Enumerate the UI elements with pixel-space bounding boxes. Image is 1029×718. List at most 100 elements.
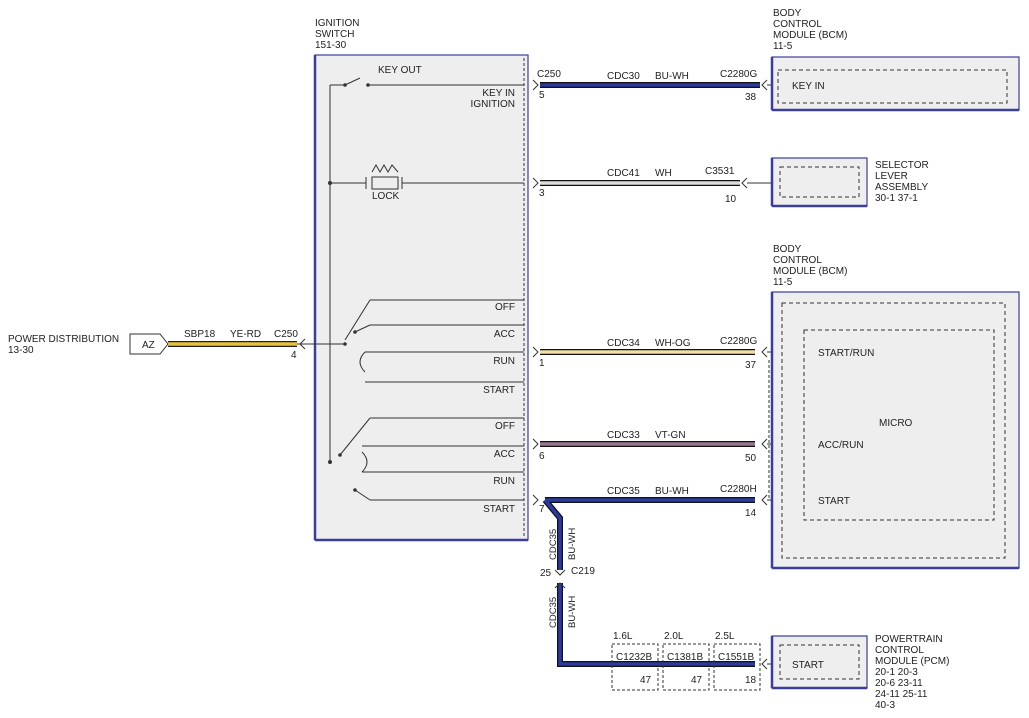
bcm-start-run: START/RUN bbox=[818, 348, 874, 359]
c219-label: C219 bbox=[571, 566, 595, 577]
wire-cdc34-right-pin: 37 bbox=[745, 360, 757, 371]
selector-title-1: SELECTOR bbox=[875, 160, 929, 171]
pcm-title-2: CONTROL bbox=[875, 645, 924, 656]
wire-cdc41-right-conn: C3531 bbox=[705, 166, 735, 177]
variant-3-pin: 18 bbox=[745, 675, 757, 686]
ignition-switch-ref: 151-30 bbox=[315, 40, 347, 51]
variant-2-engine: 2.0L bbox=[664, 631, 684, 642]
lock-label: LOCK bbox=[372, 191, 400, 202]
c219-pin: 25 bbox=[540, 568, 552, 579]
bcm-micro: MICRO bbox=[879, 418, 913, 429]
variant-3-connector: C1551B bbox=[718, 652, 754, 663]
wire-cdc35-color: BU-WH bbox=[655, 486, 689, 497]
bank1-acc: ACC bbox=[494, 329, 515, 340]
bank2-off: OFF bbox=[495, 421, 515, 432]
bcm-top-key-in: KEY IN bbox=[792, 81, 825, 92]
wire-cdc41-right-pin: 10 bbox=[725, 194, 737, 205]
c219-upper-color: BU-WH bbox=[567, 528, 578, 560]
bank1-start: START bbox=[483, 385, 515, 396]
pcm-ref-3: 24-11 25-11 bbox=[875, 689, 928, 700]
wire-cdc35-right-conn: C2280H bbox=[720, 484, 757, 495]
wire-cdc33-left-pin: 6 bbox=[539, 451, 545, 462]
bcm-bottom-title-1: BODY bbox=[773, 244, 802, 255]
c219-lower-color: BU-WH bbox=[567, 596, 578, 628]
key-in-label-2: IGNITION bbox=[471, 99, 515, 110]
bcm-bottom-ref: 11-5 bbox=[773, 277, 793, 288]
ignition-switch-title-1: IGNITION bbox=[315, 18, 359, 29]
bank2-start: START bbox=[483, 504, 515, 515]
selector-title-3: ASSEMBLY bbox=[875, 182, 928, 193]
variant-2-pin: 47 bbox=[691, 675, 703, 686]
variant-1-connector: C1232B bbox=[616, 652, 652, 663]
variant-2-connector: C1381B bbox=[667, 652, 703, 663]
pcm-title-1: POWERTRAIN bbox=[875, 634, 943, 645]
c250-pin-4: 4 bbox=[291, 350, 297, 361]
wire-cdc30-right-pin: 38 bbox=[745, 92, 757, 103]
wiring-diagram: IGNITION SWITCH 151-30 KEY OUT KEY IN IG… bbox=[0, 0, 1029, 718]
bcm-bottom-module: BODY CONTROL MODULE (BCM) 11-5 START/RUN… bbox=[768, 244, 1020, 570]
bank1-run: RUN bbox=[493, 356, 515, 367]
c250-connector-left: C250 bbox=[274, 329, 298, 340]
selector-ref: 30-1 37-1 bbox=[875, 193, 918, 204]
c219-upper-circuit: CDC35 bbox=[548, 529, 559, 560]
sbp18-circuit: SBP18 bbox=[184, 329, 216, 340]
bcm-top-title-3: MODULE (BCM) bbox=[773, 30, 847, 41]
variant-3-engine: 2.5L bbox=[715, 631, 735, 642]
engine-variant-connectors: 1.6L 2.0L 2.5L C1232B C1381B C1551B 47 4… bbox=[611, 631, 761, 691]
wire-cdc35-circuit: CDC35 bbox=[607, 486, 640, 497]
wire-cdc30-left-conn: C250 bbox=[537, 69, 561, 80]
bank2-acc: ACC bbox=[494, 449, 515, 460]
ignition-switch-title-2: SWITCH bbox=[315, 29, 354, 40]
bcm-bottom-title-3: MODULE (BCM) bbox=[773, 266, 847, 277]
key-out-label: KEY OUT bbox=[378, 65, 422, 76]
wire-cdc33-right-pin: 50 bbox=[745, 453, 757, 464]
selector-lever-assembly: SELECTOR LEVER ASSEMBLY 30-1 37-1 bbox=[770, 157, 929, 208]
wire-cdc35-right-pin: 14 bbox=[745, 508, 757, 519]
bcm-start: START bbox=[818, 496, 850, 507]
selector-title-2: LEVER bbox=[875, 171, 908, 182]
wire-cdc30: C250 5 CDC30 BU-WH C2280G 38 bbox=[532, 69, 778, 103]
bcm-acc-run: ACC/RUN bbox=[818, 440, 864, 451]
wire-cdc34-color: WH-OG bbox=[655, 338, 691, 349]
power-distribution-title: POWER DISTRIBUTION bbox=[8, 334, 119, 345]
bcm-top-title-1: BODY bbox=[773, 8, 802, 19]
wire-cdc34-circuit: CDC34 bbox=[607, 338, 640, 349]
wire-cdc41-color: WH bbox=[655, 168, 672, 179]
ignition-switch: IGNITION SWITCH 151-30 KEY OUT KEY IN IG… bbox=[300, 18, 529, 542]
wire-cdc33-circuit: CDC33 bbox=[607, 430, 640, 441]
bcm-top-title-2: CONTROL bbox=[773, 19, 822, 30]
bank2-run: RUN bbox=[493, 476, 515, 487]
key-in-label-1: KEY IN bbox=[482, 88, 515, 99]
pcm-ref-2: 20-6 23-11 bbox=[875, 678, 923, 689]
wire-cdc33: 6 CDC33 VT-GN 50 bbox=[532, 430, 810, 464]
bcm-top-ref: 11-5 bbox=[773, 41, 793, 52]
power-distribution-ref: 13-30 bbox=[8, 345, 34, 356]
variant-1-engine: 1.6L bbox=[613, 631, 633, 642]
wire-cdc34-left-pin: 1 bbox=[539, 358, 545, 369]
wire-cdc33-color: VT-GN bbox=[655, 430, 686, 441]
diagram-canvas: IGNITION SWITCH 151-30 KEY OUT KEY IN IG… bbox=[8, 8, 1020, 711]
bank1-off: OFF bbox=[495, 302, 515, 313]
fuse-label: AZ bbox=[142, 340, 155, 351]
wire-cdc30-left-pin: 5 bbox=[539, 90, 545, 101]
c219-connector: C219 25 CDC35 BU-WH CDC35 BU-WH bbox=[540, 528, 595, 628]
wire-cdc41-circuit: CDC41 bbox=[607, 168, 640, 179]
wire-cdc30-color: BU-WH bbox=[655, 71, 689, 82]
pcm-ref-1: 20-1 20-3 bbox=[875, 667, 918, 678]
wire-cdc30-right-conn: C2280G bbox=[720, 69, 757, 80]
bcm-bottom-title-2: CONTROL bbox=[773, 255, 822, 266]
bcm-top-module: BODY CONTROL MODULE (BCM) 11-5 KEY IN bbox=[770, 8, 1020, 112]
wire-cdc35-left-pin: 7 bbox=[539, 504, 545, 515]
wire-cdc30-circuit: CDC30 bbox=[607, 71, 640, 82]
c219-lower-circuit: CDC35 bbox=[548, 597, 559, 628]
wire-cdc41: 3 CDC41 WH C3531 10 bbox=[532, 166, 780, 205]
pcm-start: START bbox=[792, 660, 824, 671]
pcm-module: START POWERTRAIN CONTROL MODULE (PCM) 20… bbox=[770, 634, 949, 711]
pcm-title-3: MODULE (PCM) bbox=[875, 656, 949, 667]
wire-cdc34: 1 CDC34 WH-OG C2280G 37 bbox=[532, 336, 810, 371]
sbp18-color: YE-RD bbox=[230, 329, 261, 340]
pcm-ref-4: 40-3 bbox=[875, 700, 895, 711]
wire-cdc34-right-conn: C2280G bbox=[720, 336, 757, 347]
power-distribution: POWER DISTRIBUTION 13-30 AZ SBP18 YE-RD … bbox=[8, 329, 306, 361]
variant-1-pin: 47 bbox=[640, 675, 652, 686]
